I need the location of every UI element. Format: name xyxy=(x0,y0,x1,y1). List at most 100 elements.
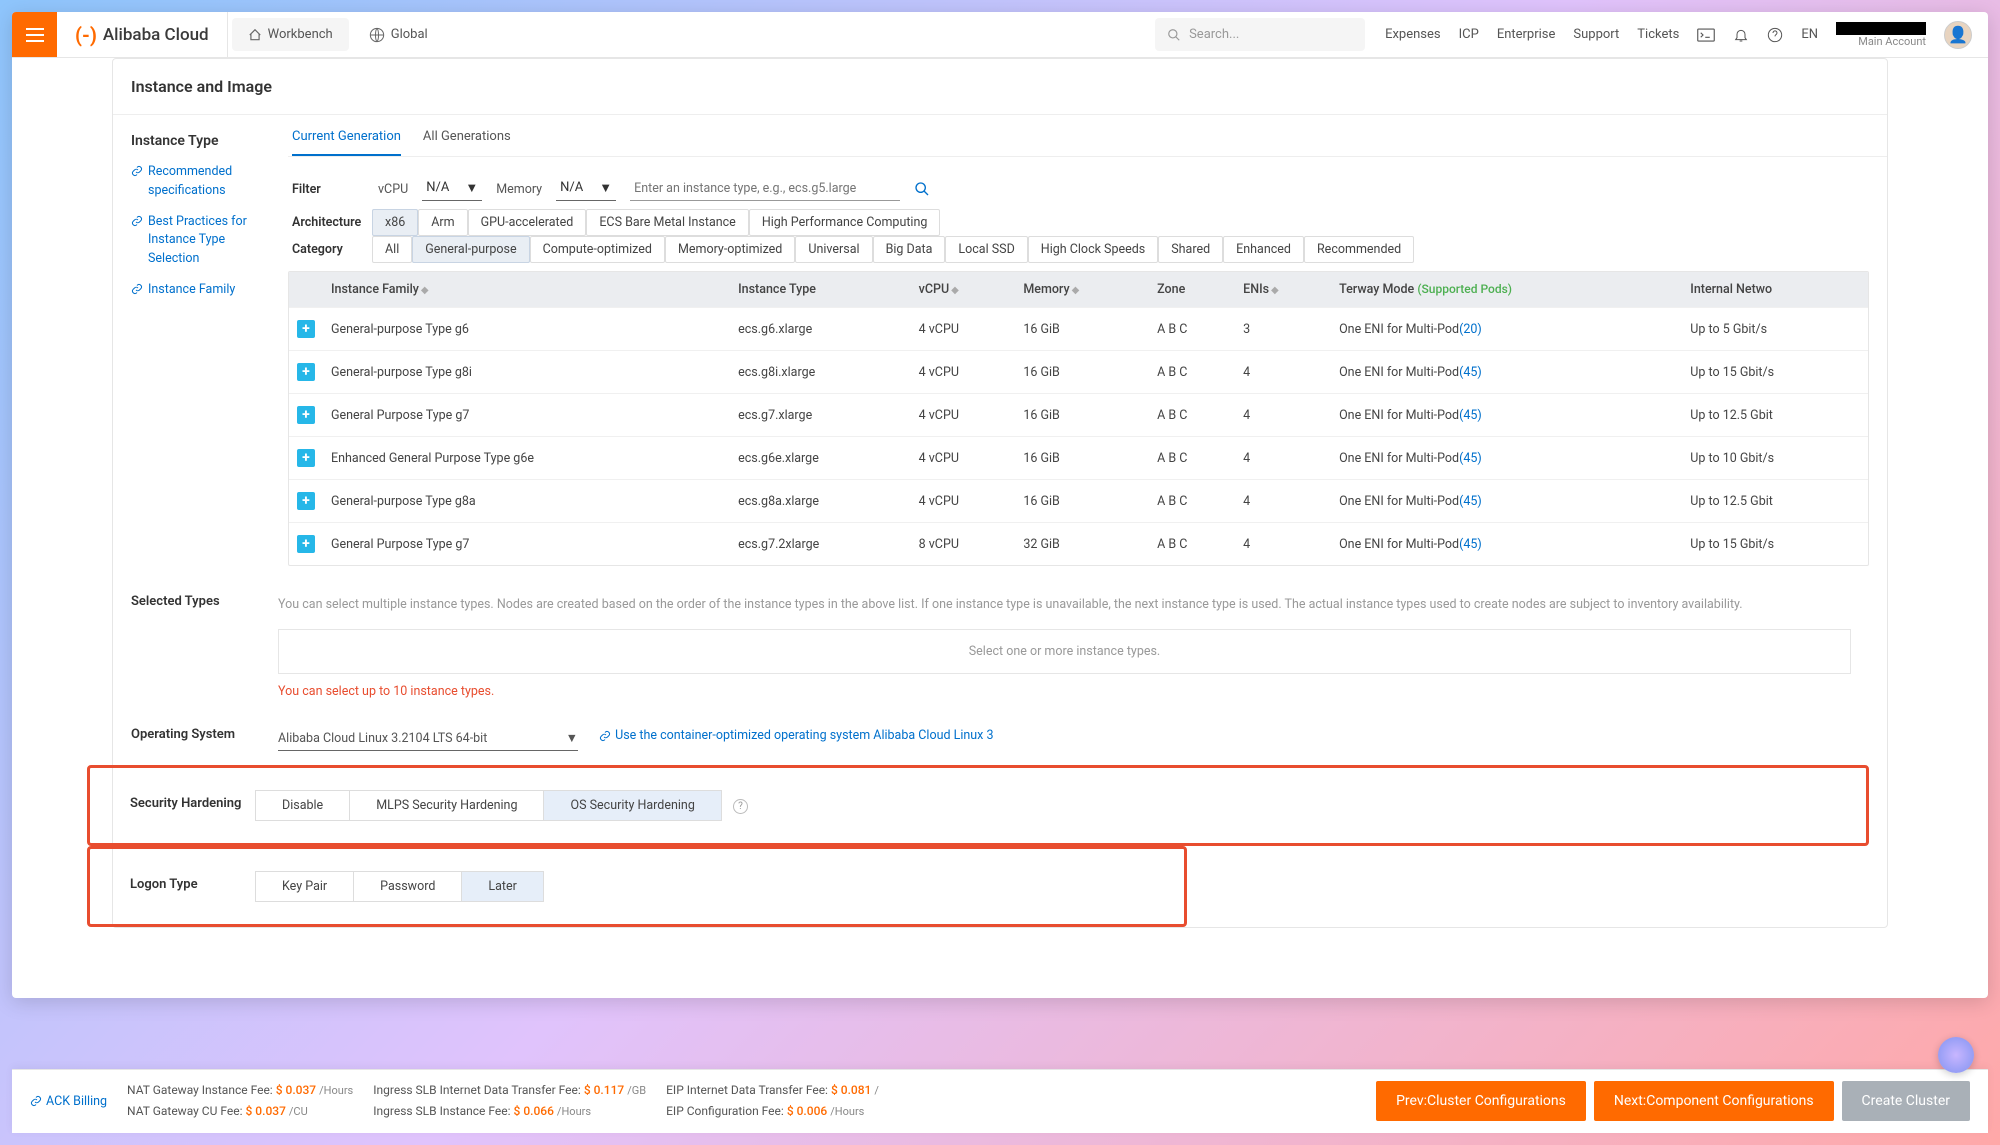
next-button[interactable]: Next:Component Configurations xyxy=(1594,1081,1834,1121)
arch-chip-high-performance-computing[interactable]: High Performance Computing xyxy=(749,209,941,236)
fee-slb: Ingress SLB Internet Data Transfer Fee: … xyxy=(373,1080,646,1123)
category-chip-general-purpose[interactable]: General-purpose xyxy=(412,236,529,263)
category-chip-universal[interactable]: Universal xyxy=(795,236,872,263)
link-icon xyxy=(131,283,143,295)
arch-chip-gpu-accelerated[interactable]: GPU-accelerated xyxy=(468,209,587,236)
instance-search-input[interactable] xyxy=(630,177,900,201)
search-button[interactable] xyxy=(914,181,930,197)
table-row[interactable]: + Enhanced General Purpose Type g6eecs.g… xyxy=(289,437,1868,480)
col-family[interactable]: Instance Family◆ xyxy=(323,272,730,308)
category-row: Category AllGeneral-purposeCompute-optim… xyxy=(288,236,1887,263)
filter-row: Filter vCPU N/A▼ Memory N/A▼ xyxy=(288,169,1887,209)
search-icon xyxy=(1167,28,1181,42)
menu-button[interactable] xyxy=(12,12,57,57)
security-option-os-security-hardening[interactable]: OS Security Hardening xyxy=(543,790,721,821)
help-icon[interactable]: ? xyxy=(733,799,748,814)
footer-bar: ACK Billing NAT Gateway Instance Fee: $ … xyxy=(12,1069,1988,1133)
create-cluster-button[interactable]: Create Cluster xyxy=(1842,1081,1970,1121)
logon-section: Logon Type Key PairPasswordLater xyxy=(90,861,1180,912)
link-best-practices[interactable]: Best Practices for Instance Type Selecti… xyxy=(131,213,268,269)
generation-tabs: Current Generation All Generations xyxy=(288,129,1887,157)
expand-icon[interactable]: + xyxy=(297,406,315,424)
logon-option-later[interactable]: Later xyxy=(461,871,544,902)
expand-icon[interactable]: + xyxy=(297,363,315,381)
table-row[interactable]: + General-purpose Type g6ecs.g6.xlarge4 … xyxy=(289,308,1868,351)
link-support[interactable]: Support xyxy=(1573,27,1619,42)
link-icon xyxy=(131,165,143,177)
category-chip-high-clock-speeds[interactable]: High Clock Speeds xyxy=(1028,236,1158,263)
globe-icon xyxy=(369,27,385,43)
hamburger-icon xyxy=(26,28,44,42)
search-icon xyxy=(914,181,930,197)
logon-option-password[interactable]: Password xyxy=(353,871,462,902)
link-enterprise[interactable]: Enterprise xyxy=(1497,27,1556,42)
table-row[interactable]: + General Purpose Type g7ecs.g7.xlarge4 … xyxy=(289,394,1868,437)
security-option-mlps-security-hardening[interactable]: MLPS Security Hardening xyxy=(349,790,544,821)
ack-billing-link[interactable]: ACK Billing xyxy=(30,1094,107,1109)
top-links: Expenses ICP Enterprise Support Tickets … xyxy=(1385,21,1988,49)
terminal-icon[interactable] xyxy=(1697,28,1715,42)
nav-workbench[interactable]: Workbench xyxy=(232,18,349,51)
col-vcpu[interactable]: vCPU◆ xyxy=(911,272,1016,308)
expand-icon[interactable]: + xyxy=(297,320,315,338)
col-memory[interactable]: Memory◆ xyxy=(1015,272,1149,308)
fee-eip: EIP Internet Data Transfer Fee: $ 0.081 … xyxy=(666,1080,879,1123)
chevron-down-icon: ▼ xyxy=(566,731,578,746)
filter-label: Filter xyxy=(292,182,364,197)
bell-icon[interactable] xyxy=(1733,27,1749,43)
link-icon xyxy=(30,1095,42,1107)
os-dropdown[interactable]: Alibaba Cloud Linux 3.2104 LTS 64-bit▼ xyxy=(278,727,578,751)
expand-icon[interactable]: + xyxy=(297,449,315,467)
arch-chip-ecs-bare-metal-instance[interactable]: ECS Bare Metal Instance xyxy=(586,209,749,236)
memory-dropdown[interactable]: N/A▼ xyxy=(556,178,616,201)
prev-button[interactable]: Prev:Cluster Configurations xyxy=(1376,1081,1586,1121)
table-row[interactable]: + General-purpose Type g8iecs.g8i.xlarge… xyxy=(289,351,1868,394)
category-chip-big-data[interactable]: Big Data xyxy=(873,236,946,263)
os-optimized-link[interactable]: Use the container-optimized operating sy… xyxy=(599,728,993,743)
link-recommended-specs[interactable]: Recommended specifications xyxy=(131,163,268,201)
tab-current-generation[interactable]: Current Generation xyxy=(292,129,401,156)
logon-option-key-pair[interactable]: Key Pair xyxy=(255,871,354,902)
account-box[interactable]: Main Account xyxy=(1836,22,1926,48)
chevron-down-icon: ▼ xyxy=(599,180,612,196)
arch-chip-x86[interactable]: x86 xyxy=(372,209,418,236)
selection-limit-warning: You can select up to 10 instance types. xyxy=(278,684,1869,699)
category-chip-recommended[interactable]: Recommended xyxy=(1304,236,1414,263)
link-icp[interactable]: ICP xyxy=(1459,27,1479,42)
tab-all-generations[interactable]: All Generations xyxy=(423,129,511,156)
account-name-redacted xyxy=(1836,22,1926,35)
assistant-orb[interactable] xyxy=(1938,1037,1974,1073)
category-chip-local-ssd[interactable]: Local SSD xyxy=(945,236,1027,263)
col-type: Instance Type xyxy=(730,272,911,308)
link-tickets[interactable]: Tickets xyxy=(1637,27,1679,42)
home-icon xyxy=(248,28,262,42)
arch-chip-arm[interactable]: Arm xyxy=(418,209,467,236)
expand-icon[interactable]: + xyxy=(297,535,315,553)
link-icon xyxy=(131,215,143,227)
category-chip-enhanced[interactable]: Enhanced xyxy=(1223,236,1304,263)
category-chip-memory-optimized[interactable]: Memory-optimized xyxy=(665,236,795,263)
col-enis[interactable]: ENIs◆ xyxy=(1235,272,1331,308)
instance-table: Instance Family◆ Instance Type vCPU◆ Mem… xyxy=(288,271,1869,566)
help-icon[interactable] xyxy=(1767,27,1783,43)
avatar[interactable]: 👤 xyxy=(1944,21,1972,49)
sort-icon: ◆ xyxy=(951,285,959,296)
language-selector[interactable]: EN xyxy=(1801,27,1818,42)
nav-global[interactable]: Global xyxy=(353,12,444,57)
security-options: DisableMLPS Security HardeningOS Securit… xyxy=(255,790,722,821)
logo[interactable]: (-) Alibaba Cloud xyxy=(57,12,228,57)
table-row[interactable]: + General-purpose Type g8aecs.g8a.xlarge… xyxy=(289,480,1868,523)
global-search[interactable]: Search... xyxy=(1155,18,1365,51)
link-instance-family[interactable]: Instance Family xyxy=(131,281,268,300)
category-chip-compute-optimized[interactable]: Compute-optimized xyxy=(530,236,665,263)
vcpu-dropdown[interactable]: N/A▼ xyxy=(422,178,482,201)
category-chip-all[interactable]: All xyxy=(372,236,412,263)
link-expenses[interactable]: Expenses xyxy=(1385,27,1441,42)
highlight-security: Security Hardening DisableMLPS Security … xyxy=(87,765,1869,846)
architecture-row: Architecture x86ArmGPU-acceleratedECS Ba… xyxy=(288,209,1887,236)
expand-icon[interactable]: + xyxy=(297,492,315,510)
security-option-disable[interactable]: Disable xyxy=(255,790,350,821)
selected-types-section: Selected Types You can select multiple i… xyxy=(113,580,1887,713)
table-row[interactable]: + General Purpose Type g7ecs.g7.2xlarge8… xyxy=(289,523,1868,566)
category-chip-shared[interactable]: Shared xyxy=(1158,236,1223,263)
